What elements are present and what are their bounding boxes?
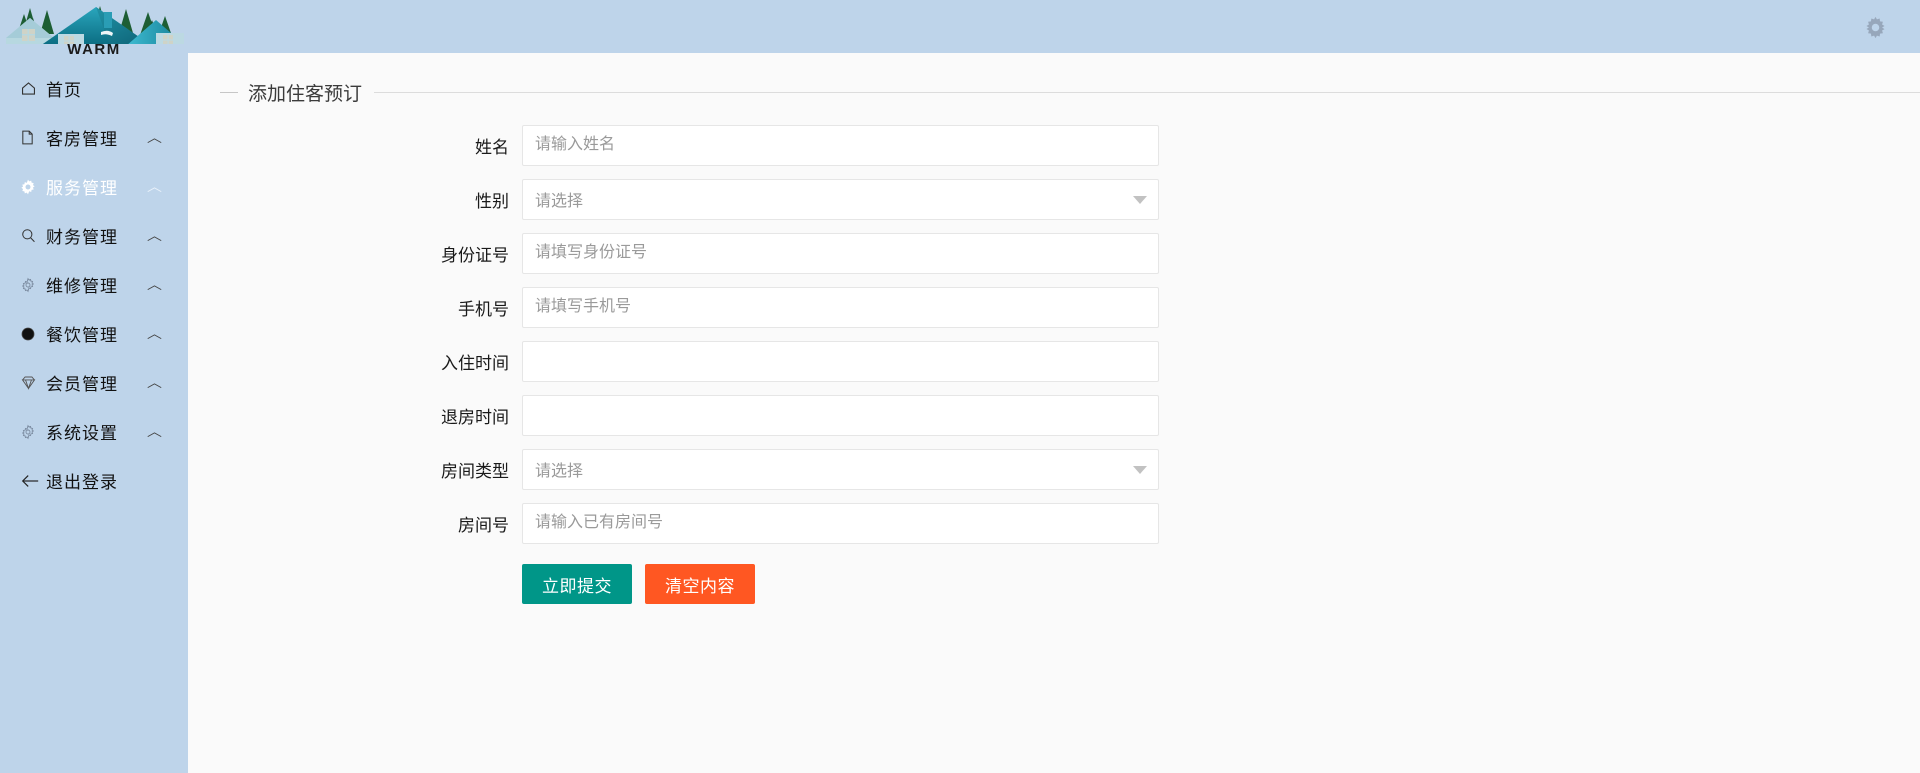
sidebar-nav: 首页 客房管理 ︿ 服务管理 ︿ 财务管理 ︿ 维修管理 ︿ 餐饮管理 ︿ 会员… [0,58,188,505]
chevron-up-icon: ︿ [147,228,162,243]
sidebar-item-label: 客房管理 [46,130,118,149]
sidebar-item-label: 餐饮管理 [46,326,118,345]
form-row-id-number: 身份证号 [220,226,1920,280]
field-label-checkout-time: 退房时间 [441,407,509,427]
guest-booking-card: 添加住客预订 姓名 性别 [220,80,1920,610]
app-root: WARM . 首页 客房管理 ︿ 服务管理 ︿ 财务管理 ︿ 维修管理 ︿ 餐饮… [0,0,1920,773]
field-label-name: 姓名 [475,137,509,157]
field-wrap-room-number [522,502,1159,544]
id-number-input[interactable] [522,232,1159,274]
main-area: 添加住客预订 姓名 性别 [188,0,1920,773]
page-title: 添加住客预订 [248,83,363,105]
form-row-checkin-time: 入住时间 [220,334,1920,388]
chevron-up-icon: ︿ [147,326,162,341]
gender-select[interactable]: 请选择 [522,178,1159,220]
sidebar-item-rooms[interactable]: 客房管理 ︿ [0,113,188,162]
chevron-down-icon [1133,196,1147,204]
chevron-up-icon: ︿ [147,179,162,194]
chevron-up-icon: ︿ [147,375,162,390]
sidebar-item-label: 服务管理 [46,179,118,198]
form-actions: 立即提交 清空内容 [220,550,1920,610]
field-label-checkin-time: 入住时间 [441,353,509,373]
name-input[interactable] [522,124,1159,166]
sidebar-item-finance[interactable]: 财务管理 ︿ [0,211,188,260]
field-label-id-number: 身份证号 [441,245,509,265]
circle-icon [20,326,46,342]
field-label-room-number: 房间号 [458,515,509,535]
room-type-select-value: 请选择 [535,463,584,480]
content-area: 添加住客预订 姓名 性别 [188,80,1920,773]
gear-filled-icon [20,179,46,195]
chevron-up-icon: ︿ [147,424,162,439]
checkin-time-input[interactable] [522,340,1159,382]
sidebar-item-members[interactable]: 会员管理 ︿ [0,358,188,407]
sidebar-item-label: 会员管理 [46,375,118,394]
field-wrap-id-number [522,232,1159,274]
phone-input[interactable] [522,286,1159,328]
field-wrap-checkout-time [522,394,1159,436]
chevron-up-icon: ︿ [147,277,162,292]
field-wrap-gender: 请选择 [522,178,1159,220]
sidebar-item-label: 退出登录 [46,473,118,492]
card-legend: 添加住客预订 [220,80,1920,105]
form-row-checkout-time: 退房时间 [220,388,1920,442]
field-wrap-checkin-time [522,340,1159,382]
sidebar-item-system-settings[interactable]: 系统设置 ︿ [0,407,188,456]
room-number-input[interactable] [522,502,1159,544]
sidebar-item-catering[interactable]: 餐饮管理 ︿ [0,309,188,358]
gear-icon [20,424,46,440]
arrow-left-icon [20,473,46,489]
sidebar-item-logout[interactable]: 退出登录 [0,456,188,505]
checkout-time-input[interactable] [522,394,1159,436]
svg-text:WARM: WARM [67,41,121,58]
brand-logo[interactable]: WARM . [0,0,188,58]
clear-button[interactable]: 清空内容 [645,564,755,604]
sidebar-item-label: 首页 [46,81,82,100]
field-label-phone: 手机号 [458,299,509,319]
diamond-icon [20,374,46,391]
sidebar-item-label: 财务管理 [46,228,118,247]
gender-select-value: 请选择 [535,193,584,210]
submit-button[interactable]: 立即提交 [522,564,632,604]
field-wrap-name [522,124,1159,166]
chevron-down-icon [1133,466,1147,474]
gear-icon [20,277,46,293]
sidebar-item-services[interactable]: 服务管理 ︿ [0,162,188,211]
guest-booking-form: 姓名 性别 请选择 [220,104,1920,610]
field-wrap-room-type: 请选择 [522,448,1159,490]
sidebar-item-label: 维修管理 [46,277,118,296]
form-row-phone: 手机号 [220,280,1920,334]
sidebar-item-home[interactable]: 首页 [0,64,188,113]
search-icon [20,227,46,244]
field-label-gender: 性别 [475,191,509,211]
sidebar-item-label: 系统设置 [46,424,118,443]
form-row-room-type: 房间类型 请选择 [220,442,1920,496]
chevron-up-icon: ︿ [147,130,162,145]
field-wrap-phone [522,286,1159,328]
settings-gear-icon[interactable] [1862,14,1888,40]
form-row-gender: 性别 请选择 [220,172,1920,226]
house-pines-logo-icon: WARM . [0,6,188,58]
sidebar: WARM . 首页 客房管理 ︿ 服务管理 ︿ 财务管理 ︿ 维修管理 ︿ 餐饮… [0,0,188,773]
form-row-room-number: 房间号 [220,496,1920,550]
legend-rule-right [374,91,1920,93]
field-label-room-type: 房间类型 [441,461,509,481]
file-icon [20,129,46,146]
topbar [188,0,1920,53]
sidebar-item-maintenance[interactable]: 维修管理 ︿ [0,260,188,309]
form-row-name: 姓名 [220,118,1920,172]
legend-rule-left [220,91,238,93]
room-type-select[interactable]: 请选择 [522,448,1159,490]
home-icon [20,80,46,97]
